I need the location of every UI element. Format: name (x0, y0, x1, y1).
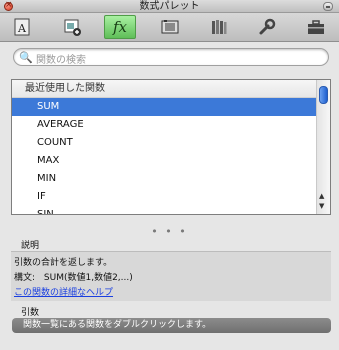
insert-image-icon[interactable] (56, 15, 88, 39)
svg-text:A: A (17, 22, 27, 35)
function-list[interactable]: 最近使用した関数 SUM AVERAGE COUNT MAX MIN IF SI… (11, 79, 331, 215)
list-item[interactable]: SUM (12, 98, 330, 116)
search-placeholder: 関数の検索 (36, 55, 86, 66)
functions-fx-icon[interactable]: fx (104, 15, 136, 39)
list-scrollbar[interactable]: ▲ ▼ (316, 80, 330, 214)
title-bar: 数式パレット (0, 0, 339, 13)
reference-books-icon[interactable] (203, 15, 235, 39)
search-icon: 🔍 (19, 51, 33, 64)
description-text: 引数の合計を返します。 (14, 258, 113, 268)
function-help-link[interactable]: この関数の詳細なヘルプ (14, 285, 113, 298)
tools-wrench-icon[interactable] (251, 15, 283, 39)
syntax-value: SUM(数値1,数値2,...) (43, 273, 133, 283)
scroll-up-arrow-icon[interactable]: ▲ (319, 192, 324, 200)
syntax-line: 構文: SUM(数値1,数値2,...) (14, 270, 133, 283)
scroll-down-arrow-icon[interactable]: ▼ (319, 202, 324, 210)
list-item[interactable]: AVERAGE (12, 116, 330, 134)
list-item[interactable]: IF (12, 188, 330, 206)
arguments-label: 引数 (21, 308, 40, 318)
list-item[interactable]: SIN (12, 206, 330, 214)
splitter-handle[interactable]: • • • (0, 225, 339, 238)
window-title: 数式パレット (139, 1, 200, 12)
function-search-input[interactable]: 🔍 関数の検索 (13, 48, 329, 66)
arguments-message: 関数一覧にある関数をダブルクリックします。 (12, 318, 331, 333)
fx-label: fx (112, 18, 127, 36)
photo-browser-icon[interactable] (154, 15, 186, 39)
syntax-label: 構文: (14, 273, 36, 283)
description-panel: 引数の合計を返します。 構文: SUM(数値1,数値2,...) この関数の詳細… (11, 251, 331, 301)
scrollbar-thumb[interactable] (319, 86, 328, 104)
list-item[interactable]: MIN (12, 170, 330, 188)
list-item[interactable]: COUNT (12, 134, 330, 152)
list-item[interactable]: MAX (12, 152, 330, 170)
palette-toolbar: A fx (0, 13, 339, 42)
description-label: 説明 (21, 241, 40, 251)
format-text-icon[interactable]: A (6, 15, 38, 39)
toolbox-icon[interactable] (300, 15, 332, 39)
toolbar-toggle-button[interactable] (323, 2, 333, 11)
recent-functions-header: 最近使用した関数 (12, 80, 330, 98)
